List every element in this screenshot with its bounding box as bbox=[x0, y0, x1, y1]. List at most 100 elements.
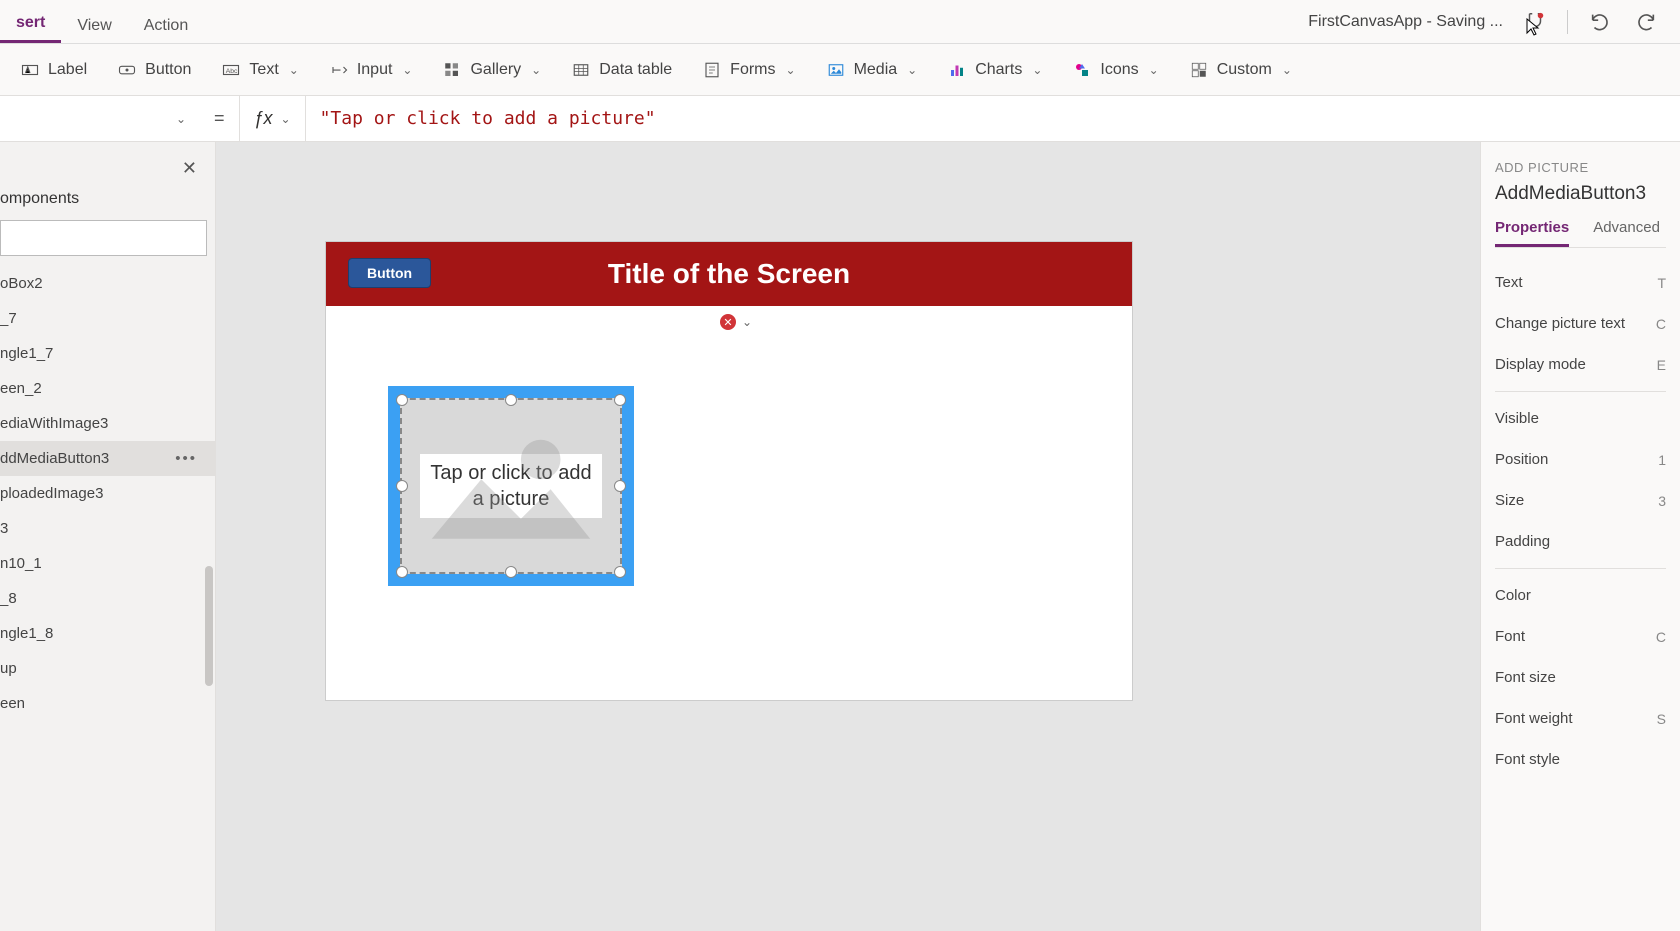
resize-handle[interactable] bbox=[396, 566, 408, 578]
tree-item[interactable]: een_2 bbox=[0, 371, 215, 406]
media-inner[interactable]: Tap or click to add a picture bbox=[400, 398, 622, 574]
ribbon-text-text: Text bbox=[249, 61, 278, 79]
prop-value: 3 bbox=[1658, 493, 1666, 509]
add-media-control[interactable]: Tap or click to add a picture bbox=[388, 386, 634, 586]
tree-item[interactable]: n10_1 bbox=[0, 546, 215, 581]
prop-row-text[interactable]: TextT bbox=[1495, 262, 1666, 303]
tree-item-label: ddMediaButton3 bbox=[0, 450, 109, 467]
prop-row-font[interactable]: FontC bbox=[1495, 616, 1666, 657]
ribbon-gallery[interactable]: Gallery ⌄ bbox=[442, 60, 541, 80]
ribbon-icons[interactable]: Icons ⌄ bbox=[1072, 60, 1158, 80]
more-icon[interactable]: ••• bbox=[175, 450, 197, 467]
tree-item[interactable]: _7 bbox=[0, 301, 215, 336]
control-category: ADD PICTURE bbox=[1495, 160, 1666, 175]
ribbon-custom[interactable]: Custom ⌄ bbox=[1189, 60, 1292, 80]
charts-icon bbox=[947, 60, 967, 80]
prop-row-fontstyle[interactable]: Font style bbox=[1495, 739, 1666, 780]
tree-list: oBox2 _7 ngle1_7 een_2 ediaWithImage3 dd… bbox=[0, 266, 215, 931]
ribbon-label[interactable]: Label bbox=[20, 60, 87, 80]
fx-button[interactable]: ƒx ⌄ bbox=[239, 96, 306, 141]
resize-handle[interactable] bbox=[614, 566, 626, 578]
scrollbar-thumb[interactable] bbox=[205, 566, 213, 686]
tab-view[interactable]: View bbox=[61, 7, 127, 43]
tree-item[interactable]: ngle1_7 bbox=[0, 336, 215, 371]
resize-handle[interactable] bbox=[396, 394, 408, 406]
ribbon-label-text: Label bbox=[48, 61, 87, 79]
prop-label: Font weight bbox=[1495, 710, 1573, 727]
chevron-down-icon: ⌄ bbox=[786, 63, 796, 77]
resize-handle[interactable] bbox=[396, 480, 408, 492]
prop-row-visible[interactable]: Visible bbox=[1495, 398, 1666, 439]
tree-item-selected[interactable]: ddMediaButton3 ••• bbox=[0, 441, 215, 476]
tab-action[interactable]: Action bbox=[128, 7, 204, 43]
prop-row-displaymode[interactable]: Display modeE bbox=[1495, 344, 1666, 385]
prop-row-color[interactable]: Color bbox=[1495, 575, 1666, 616]
prop-label: Size bbox=[1495, 492, 1524, 509]
header-button[interactable]: Button bbox=[348, 258, 431, 288]
tree-item[interactable]: 3 bbox=[0, 511, 215, 546]
app-title: FirstCanvasApp - Saving ... bbox=[1308, 13, 1503, 31]
chevron-down-icon: ⌄ bbox=[907, 63, 917, 77]
ribbon-text[interactable]: Abc Text ⌄ bbox=[221, 60, 298, 80]
undo-icon[interactable] bbox=[1586, 8, 1614, 36]
prop-label: Color bbox=[1495, 587, 1531, 604]
tree-item[interactable]: oBox2 bbox=[0, 266, 215, 301]
icons-icon bbox=[1072, 60, 1092, 80]
canvas[interactable]: Button Title of the Screen ✕ ⌄ Tap or cl… bbox=[216, 142, 1480, 931]
ribbon-input-text: Input bbox=[357, 61, 393, 79]
health-icon[interactable] bbox=[1521, 8, 1549, 36]
ribbon-charts[interactable]: Charts ⌄ bbox=[947, 60, 1042, 80]
screen-preview[interactable]: Button Title of the Screen ✕ ⌄ Tap or cl… bbox=[326, 242, 1132, 700]
ribbon-button[interactable]: Button bbox=[117, 60, 191, 80]
prop-row-padding[interactable]: Padding bbox=[1495, 521, 1666, 562]
prop-row-position[interactable]: Position1 bbox=[1495, 439, 1666, 480]
gallery-icon bbox=[442, 60, 462, 80]
chevron-down-icon: ⌄ bbox=[402, 63, 412, 77]
main-area: ✕ omponents oBox2 _7 ngle1_7 een_2 ediaW… bbox=[0, 142, 1680, 931]
prop-value: 1 bbox=[1658, 452, 1666, 468]
ribbon-custom-text: Custom bbox=[1217, 61, 1272, 79]
ribbon-media[interactable]: Media ⌄ bbox=[826, 60, 918, 80]
tree-item[interactable]: ploadedImage3 bbox=[0, 476, 215, 511]
tree-item[interactable]: _8 bbox=[0, 581, 215, 616]
tab-insert[interactable]: sert bbox=[0, 4, 61, 43]
ribbon-gallery-text: Gallery bbox=[470, 61, 521, 79]
ribbon-forms[interactable]: Forms ⌄ bbox=[702, 60, 795, 80]
property-dropdown[interactable]: ⌄ bbox=[0, 102, 200, 136]
input-icon bbox=[329, 60, 349, 80]
prop-row-changepic[interactable]: Change picture textC bbox=[1495, 303, 1666, 344]
tree-item[interactable]: een bbox=[0, 686, 215, 721]
tab-properties[interactable]: Properties bbox=[1495, 219, 1569, 247]
formula-input[interactable] bbox=[306, 96, 1680, 141]
resize-handle[interactable] bbox=[505, 394, 517, 406]
redo-icon[interactable] bbox=[1632, 8, 1660, 36]
prop-value: T bbox=[1657, 275, 1666, 291]
control-name[interactable]: AddMediaButton3 bbox=[1495, 183, 1666, 205]
insert-ribbon: Label Button Abc Text ⌄ Input ⌄ Gallery … bbox=[0, 44, 1680, 96]
close-icon[interactable]: ✕ bbox=[182, 158, 197, 179]
ribbon-input[interactable]: Input ⌄ bbox=[329, 60, 413, 80]
prop-value: E bbox=[1657, 357, 1666, 373]
tab-advanced[interactable]: Advanced bbox=[1593, 219, 1660, 247]
error-indicator[interactable]: ✕ ⌄ bbox=[720, 314, 752, 330]
screen-title: Title of the Screen bbox=[608, 258, 850, 290]
prop-row-size[interactable]: Size 3 bbox=[1495, 480, 1666, 521]
ribbon-charts-text: Charts bbox=[975, 61, 1022, 79]
prop-value: C bbox=[1656, 316, 1666, 332]
resize-handle[interactable] bbox=[614, 394, 626, 406]
tree-item[interactable]: ngle1_8 bbox=[0, 616, 215, 651]
custom-icon bbox=[1189, 60, 1209, 80]
prop-row-fontweight[interactable]: Font weight S bbox=[1495, 698, 1666, 739]
divider bbox=[1495, 391, 1666, 392]
ribbon-media-text: Media bbox=[854, 61, 898, 79]
resize-handle[interactable] bbox=[505, 566, 517, 578]
tree-search-input[interactable] bbox=[0, 220, 207, 256]
prop-label: Font size bbox=[1495, 669, 1556, 686]
resize-handle[interactable] bbox=[614, 480, 626, 492]
ribbon-datatable[interactable]: Data table bbox=[571, 60, 672, 80]
ribbon-icons-text: Icons bbox=[1100, 61, 1138, 79]
prop-row-fontsize[interactable]: Font size bbox=[1495, 657, 1666, 698]
tree-item[interactable]: up bbox=[0, 651, 215, 686]
tree-item[interactable]: ediaWithImage3 bbox=[0, 406, 215, 441]
prop-value: S bbox=[1657, 711, 1666, 727]
